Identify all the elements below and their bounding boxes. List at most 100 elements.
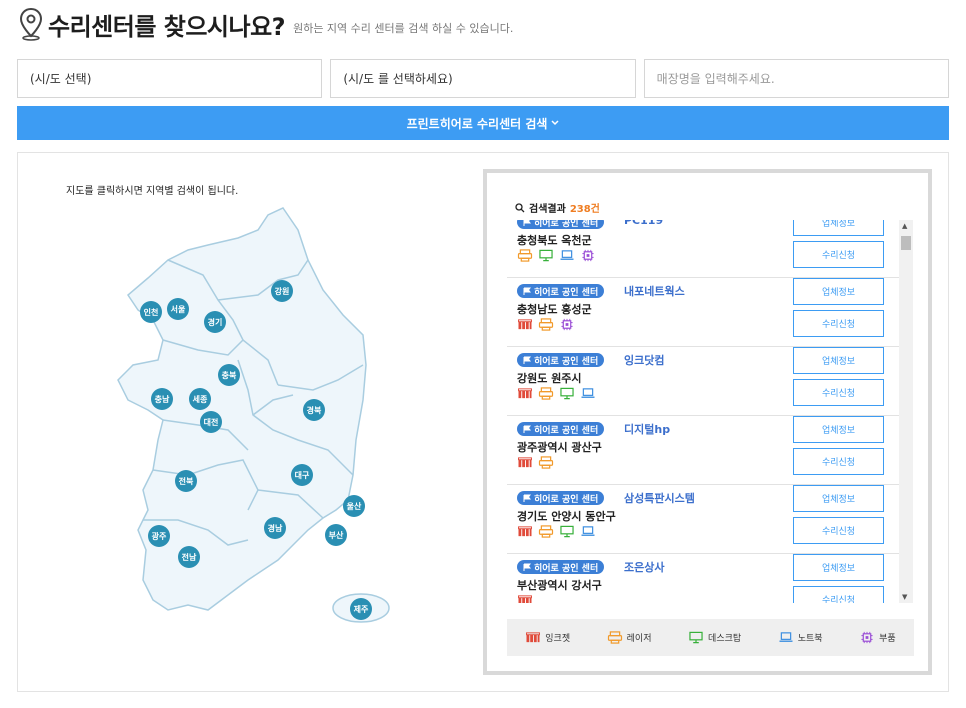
page-subtitle: 원하는 지역 수리 센터를 검색 하실 수 있습니다. bbox=[293, 22, 514, 35]
shop-name[interactable]: 조은상사 bbox=[624, 559, 664, 575]
shop-address: 충청북도 옥천군 bbox=[517, 234, 592, 247]
info-button[interactable]: 업체정보 bbox=[793, 347, 884, 374]
region-jeonnam[interactable]: 전남 bbox=[178, 546, 200, 568]
info-button[interactable]: 업체정보 bbox=[793, 278, 884, 305]
region-seoul[interactable]: 서울 bbox=[167, 298, 189, 320]
list-item[interactable]: 히어로 공인 센터 내포네트웍스충청남도 홍성군 업체정보수리신청 bbox=[507, 278, 913, 347]
city-select[interactable]: (시/도 를 선택하세요) bbox=[330, 59, 636, 98]
certified-badge: 히어로 공인 센터 bbox=[517, 422, 605, 436]
list-item[interactable]: 히어로 공인 센터 PC119 충청북도 옥천군 업체정보수리신청 bbox=[507, 220, 913, 278]
store-name-input[interactable]: 매장명을 입력해주세요. bbox=[643, 59, 949, 98]
region-sejong[interactable]: 세종 bbox=[189, 388, 211, 410]
certified-badge: 히어로 공인 센터 bbox=[517, 491, 605, 505]
legend-inkjet-label: 잉크젯 bbox=[545, 634, 571, 644]
korea-map[interactable] bbox=[108, 200, 398, 630]
info-button[interactable]: 업체정보 bbox=[793, 220, 884, 236]
repair-button[interactable]: 수리신청 bbox=[793, 448, 884, 475]
inkjet-icon bbox=[518, 457, 532, 468]
legend-parts: 부품 bbox=[859, 631, 896, 644]
parts-icon bbox=[582, 249, 594, 262]
region-gyeonggi[interactable]: 경기 bbox=[204, 311, 226, 333]
desktop-icon bbox=[539, 249, 553, 262]
flag-icon bbox=[523, 356, 531, 364]
map-hint: 지도를 클릭하시면 지역별 검색이 됩니다. bbox=[66, 186, 239, 197]
results-header: 검색결과 238건 bbox=[515, 200, 600, 215]
service-icons bbox=[517, 525, 596, 538]
scroll-thumb[interactable] bbox=[901, 236, 911, 250]
legend-desktop-label: 데스크탑 bbox=[708, 634, 742, 644]
results-list[interactable]: 히어로 공인 센터 PC119 충청북도 옥천군 업체정보 수리신청 히어로 공인 센터 내… bbox=[507, 220, 913, 603]
legend-parts-label: 부품 bbox=[879, 634, 896, 644]
region-daejeon[interactable]: 대전 bbox=[200, 411, 222, 433]
region-chungbuk[interactable]: 충북 bbox=[218, 364, 240, 386]
scroll-up-icon[interactable]: ▲ bbox=[902, 222, 907, 230]
badge-label: 히어로 공인 센터 bbox=[534, 494, 599, 505]
legend-notebook-label: 노트북 bbox=[797, 634, 823, 644]
service-icons bbox=[517, 456, 554, 469]
region-gyeongnam[interactable]: 경남 bbox=[264, 517, 286, 539]
results-panel: 검색결과 238건 히어로 공인 센터 PC119 충청북도 옥천군 업체정보 수리신청… bbox=[483, 169, 932, 675]
info-button[interactable]: 업체정보 bbox=[793, 554, 884, 581]
list-item[interactable]: 히어로 공인 센터 잉크닷컴강원도 원주시 업체정보수리신청 bbox=[507, 347, 913, 416]
repair-button[interactable]: 수리신청 bbox=[793, 517, 884, 544]
certified-badge: 히어로 공인 센터 bbox=[517, 284, 605, 298]
info-button[interactable]: 업체정보 bbox=[793, 485, 884, 512]
service-icons bbox=[517, 387, 596, 400]
region-busan[interactable]: 부산 bbox=[325, 524, 347, 546]
laser-icon bbox=[517, 249, 533, 262]
region-jeju[interactable]: 제주 bbox=[350, 598, 372, 620]
scrollbar[interactable]: ▲ ▼ bbox=[899, 220, 913, 603]
service-icons bbox=[517, 249, 596, 262]
region-daegu[interactable]: 대구 bbox=[291, 464, 313, 486]
certified-badge: 히어로 공인 센터 bbox=[517, 560, 605, 574]
inkjet-icon bbox=[526, 632, 541, 643]
region-select[interactable]: (시/도 선택) bbox=[17, 59, 323, 98]
legend-inkjet: 잉크젯 bbox=[525, 631, 570, 644]
badge-label: 히어로 공인 센터 bbox=[534, 356, 599, 367]
laser-icon bbox=[538, 525, 554, 538]
icon-legend: 잉크젯 레이저 데스크탑 노트북 부품 bbox=[507, 619, 914, 656]
flag-icon bbox=[523, 287, 531, 295]
repair-button[interactable]: 수리신청 bbox=[793, 586, 884, 603]
filter-bar: (시/도 선택) (시/도 를 선택하세요) 매장명을 입력해주세요. bbox=[17, 59, 949, 99]
desktop-icon bbox=[689, 631, 703, 644]
shop-name[interactable]: 디지털hp bbox=[624, 421, 670, 437]
shop-name[interactable]: 잉크닷컴 bbox=[624, 352, 664, 368]
repair-button[interactable]: 수리신청 bbox=[793, 379, 884, 406]
laser-icon bbox=[538, 318, 554, 331]
info-button[interactable]: 업체정보 bbox=[793, 416, 884, 443]
repair-button[interactable]: 수리신청 bbox=[793, 310, 884, 337]
region-chungnam[interactable]: 충남 bbox=[151, 388, 173, 410]
region-ulsan[interactable]: 울산 bbox=[343, 495, 365, 517]
region-incheon[interactable]: 인천 bbox=[140, 301, 162, 323]
badge-label: 히어로 공인 센터 bbox=[534, 220, 599, 229]
results-count: 238건 bbox=[569, 204, 600, 215]
chevron-down-icon bbox=[551, 120, 559, 126]
inkjet-icon bbox=[518, 595, 532, 603]
region-gangwon[interactable]: 강원 bbox=[271, 280, 293, 302]
shop-address: 충청남도 홍성군 bbox=[517, 303, 592, 316]
search-button[interactable]: 프린트히어로 수리센터 검색 bbox=[17, 106, 949, 140]
shop-name[interactable]: 삼성특판시스템 bbox=[624, 490, 695, 506]
region-gyeongbuk[interactable]: 경북 bbox=[303, 399, 325, 421]
repair-button[interactable]: 수리신청 bbox=[793, 241, 884, 268]
region-gwangju[interactable]: 광주 bbox=[148, 525, 170, 547]
certified-badge: 히어로 공인 센터 bbox=[517, 220, 605, 229]
inkjet-icon bbox=[518, 388, 532, 399]
laser-icon bbox=[607, 631, 622, 644]
shop-address: 경기도 안양시 동안구 bbox=[517, 510, 616, 523]
location-pin-icon bbox=[19, 7, 43, 41]
service-icons bbox=[517, 594, 533, 603]
list-item[interactable]: 히어로 공인 센터 삼성특판시스템경기도 안양시 동안구 업체정보수리신청 bbox=[507, 485, 913, 554]
shop-address: 강원도 원주시 bbox=[517, 372, 582, 385]
notebook-icon bbox=[560, 250, 574, 260]
list-item[interactable]: 히어로 공인 센터 디지털hp 광주광역시 광산구 업체정보 수리신청 bbox=[507, 416, 913, 485]
shop-name[interactable]: PC119 bbox=[624, 220, 663, 227]
shop-name[interactable]: 내포네트웍스 bbox=[624, 283, 685, 299]
inkjet-icon bbox=[518, 319, 532, 330]
region-jeonbuk[interactable]: 전북 bbox=[175, 470, 197, 492]
scroll-down-icon[interactable]: ▼ bbox=[902, 593, 907, 601]
list-item[interactable]: 히어로 공인 센터 조은상사 부산광역시 강서구 업체정보 수리신청 bbox=[507, 554, 913, 603]
inkjet-icon bbox=[518, 526, 532, 537]
results-label: 검색결과 bbox=[529, 204, 566, 215]
